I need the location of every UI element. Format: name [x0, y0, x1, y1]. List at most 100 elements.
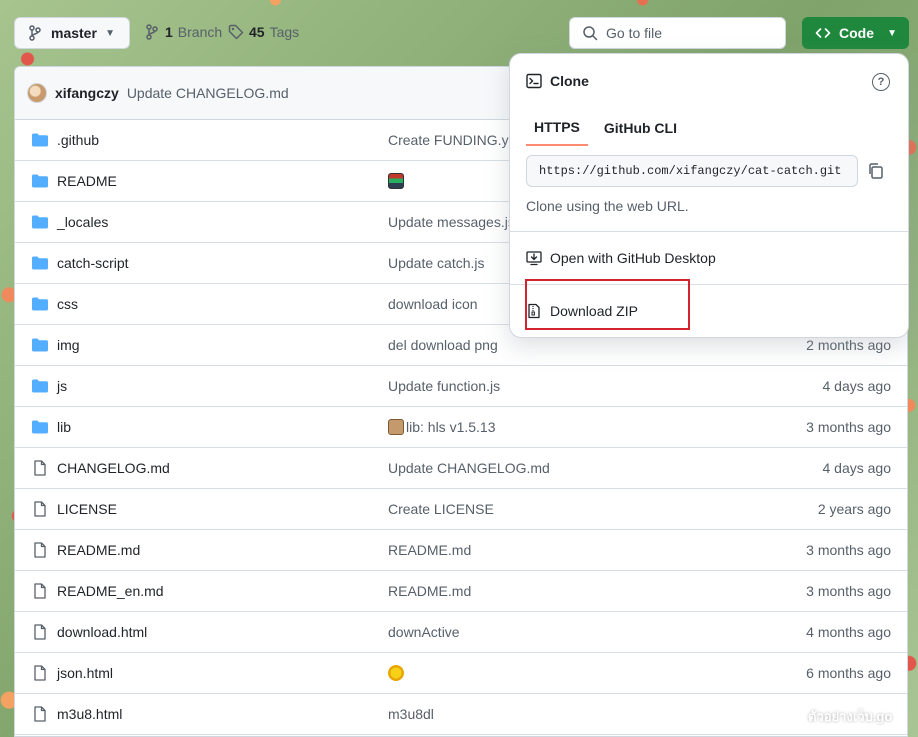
avatar[interactable]	[27, 83, 47, 103]
question-icon[interactable]: ?	[872, 73, 890, 91]
commit-message-link[interactable]: Update catch.js	[388, 255, 485, 271]
branch-label: Branch	[177, 24, 223, 40]
folder-icon	[32, 338, 48, 352]
file-name[interactable]: js	[57, 378, 67, 394]
tab-github-cli[interactable]: GitHub CLI	[596, 110, 685, 146]
clone-title-text: Clone	[550, 73, 589, 89]
table-row[interactable]: LICENSE Create LICENSE 2 years ago	[15, 489, 907, 530]
folder-icon	[32, 256, 48, 270]
file-commit-message[interactable]: Update CHANGELOG.md	[388, 460, 550, 476]
file-icon	[34, 706, 46, 722]
branches-link[interactable]: 1 Branch	[144, 24, 222, 40]
file-name[interactable]: .github	[57, 132, 99, 148]
git-branch-icon	[29, 25, 41, 41]
git-branch-icon	[146, 24, 158, 40]
copy-icon[interactable]	[866, 161, 886, 181]
clone-url-field[interactable]	[526, 155, 858, 187]
file-name[interactable]: lib	[57, 419, 71, 435]
table-row[interactable]: README.md README.md 3 months ago	[15, 530, 907, 571]
file-commit-message[interactable]: Create LICENSE	[388, 501, 494, 517]
clone-tabs: HTTPS GitHub CLI	[526, 110, 685, 146]
tab-https[interactable]: HTTPS	[526, 110, 588, 146]
search-input[interactable]	[606, 25, 776, 41]
commit-message-link[interactable]: README.md	[388, 583, 471, 599]
commit-date: 3 months ago	[806, 542, 891, 558]
code-button[interactable]: Code ▼	[802, 17, 909, 49]
file-commit-message[interactable]: del download png	[388, 337, 498, 353]
file-commit-message[interactable]: downActive	[388, 624, 460, 640]
commit-message-link[interactable]: lib: hls v1.5.13	[388, 419, 496, 435]
tags-link[interactable]: 45 Tags	[228, 24, 299, 40]
file-icon	[34, 460, 46, 476]
table-row[interactable]: README_en.md README.md 3 months ago	[15, 571, 907, 612]
file-name[interactable]: _locales	[57, 214, 108, 230]
file-name[interactable]: README.md	[57, 542, 140, 558]
folder-icon	[32, 379, 48, 393]
divider	[510, 231, 908, 232]
commit-date: 4 days ago	[822, 378, 892, 394]
commit-message-link[interactable]: Update CHANGELOG.md	[388, 460, 550, 476]
table-row[interactable]: CHANGELOG.md Update CHANGELOG.md 4 days ag…	[15, 448, 907, 489]
file-icon	[34, 665, 46, 681]
desktop-download-icon	[526, 251, 542, 266]
download-zip-highlight	[525, 279, 690, 330]
commit-message-link[interactable]: download icon	[388, 296, 478, 312]
folder-icon	[32, 297, 48, 311]
file-name[interactable]: m3u8.html	[57, 706, 122, 722]
file-commit-message[interactable]: lib: hls v1.5.13	[406, 419, 496, 435]
table-row[interactable]: js Update function.js 4 days ago	[15, 366, 907, 407]
tag-label: Tags	[269, 24, 300, 40]
file-commit-message[interactable]: Create FUNDING.yml	[388, 132, 523, 148]
branch-select-button[interactable]: master ▼	[14, 17, 130, 49]
file-name[interactable]: LICENSE	[57, 501, 117, 517]
table-row[interactable]: json.html 6 months ago	[15, 653, 907, 694]
file-name[interactable]: json.html	[57, 665, 113, 681]
open-github-desktop-item[interactable]: Open with GitHub Desktop	[526, 250, 716, 266]
folder-icon	[32, 420, 48, 434]
commit-message-link[interactable]: m3u8dl	[388, 706, 434, 722]
clone-popover: Clone ? HTTPS GitHub CLI Clone using the…	[509, 53, 909, 338]
commit-message-link[interactable]: downActive	[388, 624, 460, 640]
file-commit-message[interactable]: Update function.js	[388, 378, 500, 394]
file-name[interactable]: css	[57, 296, 78, 312]
file-commit-message[interactable]: README.md	[388, 542, 471, 558]
search-icon	[583, 26, 598, 41]
file-commit-message[interactable]: m3u8dl	[388, 706, 434, 722]
package-emoji-icon	[388, 419, 404, 435]
file-name[interactable]: download.html	[57, 624, 147, 640]
file-name[interactable]: README	[57, 173, 117, 189]
terminal-icon	[526, 73, 542, 89]
file-commit-message[interactable]: README.md	[388, 583, 471, 599]
file-name[interactable]: img	[57, 337, 80, 353]
file-icon	[34, 624, 46, 640]
commit-date: 3 months ago	[806, 419, 891, 435]
commit-message-link[interactable]: del download png	[388, 337, 498, 353]
table-row[interactable]: download.html downActive 4 months ago	[15, 612, 907, 653]
folder-icon	[32, 174, 48, 188]
file-name[interactable]: catch-script	[57, 255, 129, 271]
tag-icon	[228, 24, 244, 40]
clone-note: Clone using the web URL.	[526, 198, 689, 214]
table-row[interactable]: lib lib: hls v1.5.13 3 months ago	[15, 407, 907, 448]
commit-message-link[interactable]: Create FUNDING.yml	[388, 132, 523, 148]
commit-date: 2 years ago	[817, 501, 891, 517]
commit-date: 4 days ago	[822, 460, 892, 476]
file-commit-message[interactable]: download icon	[388, 296, 478, 312]
commit-message[interactable]: Update CHANGELOG.md	[127, 85, 289, 101]
commit-author[interactable]: xifangczy	[55, 85, 119, 101]
file-name[interactable]: README_en.md	[57, 583, 164, 599]
commit-date: 3 months ago	[806, 583, 891, 599]
go-to-file-search[interactable]	[569, 17, 786, 49]
table-row[interactable]: m3u8.html m3u8dl	[15, 694, 907, 735]
commit-message-link[interactable]	[388, 173, 406, 189]
commit-message-link[interactable]: Create LICENSE	[388, 501, 494, 517]
caret-down-icon: ▼	[105, 27, 115, 39]
commit-message-link[interactable]: README.md	[388, 542, 471, 558]
file-name[interactable]: CHANGELOG.md	[57, 460, 170, 476]
file-commit-message[interactable]: Update catch.js	[388, 255, 485, 271]
open-github-desktop-label: Open with GitHub Desktop	[550, 250, 716, 266]
commit-message-link[interactable]	[388, 665, 406, 681]
watermark: ตัวอย่างเว็บ.go	[808, 709, 893, 724]
tag-count: 45	[249, 24, 265, 40]
commit-message-link[interactable]: Update function.js	[388, 378, 500, 394]
